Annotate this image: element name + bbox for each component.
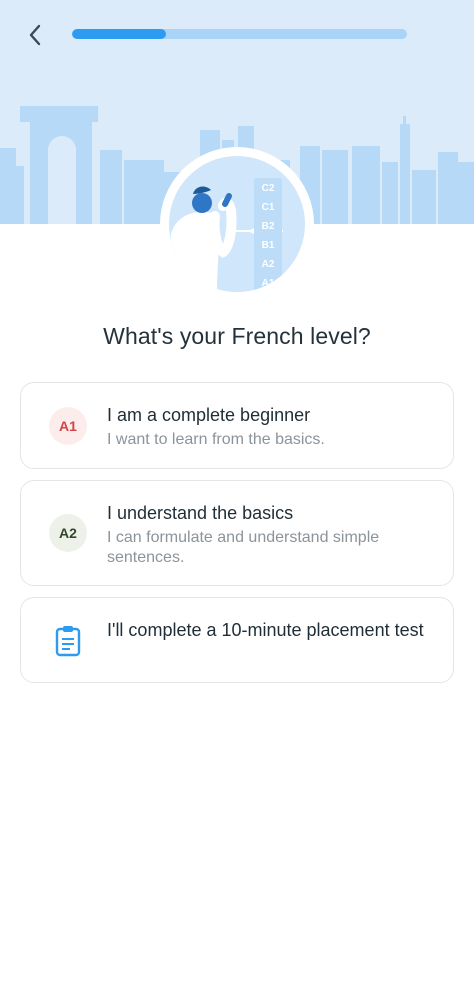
option-title: I understand the basics	[107, 503, 294, 523]
option-subtitle: I can formulate and understand simple se…	[107, 529, 380, 566]
option-card-placement-test[interactable]: I'll complete a 10-minute placement test	[20, 597, 454, 683]
page-title: What's your French level?	[103, 323, 371, 349]
level-illustration: C2 C1 B2 B1 A2 A1	[160, 147, 314, 301]
level-label: C2	[261, 183, 275, 194]
option-title: I'll complete a 10-minute placement test	[107, 620, 424, 640]
progress-fill	[72, 29, 166, 39]
level-badge-a1: A1	[49, 407, 87, 445]
chevron-left-icon	[29, 24, 41, 46]
level-label: A2	[261, 259, 275, 270]
avatar-inner: C2 C1 B2 B1 A2 A1	[169, 156, 305, 292]
option-title: I am a complete beginner	[107, 405, 311, 425]
level-label: B1	[261, 240, 275, 251]
person-illustration	[171, 186, 283, 292]
option-card-basics[interactable]: A2 I understand the basics I can formula…	[20, 480, 454, 586]
option-subtitle: I want to learn from the basics.	[107, 431, 325, 448]
back-button[interactable]	[20, 20, 50, 50]
clipboard-icon	[55, 626, 81, 657]
level-label: B2	[261, 221, 275, 232]
level-label: C1	[261, 202, 275, 213]
option-card-beginner[interactable]: A1 I am a complete beginner I want to le…	[20, 382, 454, 469]
level-scale: C2 C1 B2 B1 A2 A1	[254, 178, 282, 292]
level-badge-a2: A2	[49, 514, 87, 552]
progress-bar	[72, 29, 407, 39]
level-label: A1	[261, 278, 275, 289]
